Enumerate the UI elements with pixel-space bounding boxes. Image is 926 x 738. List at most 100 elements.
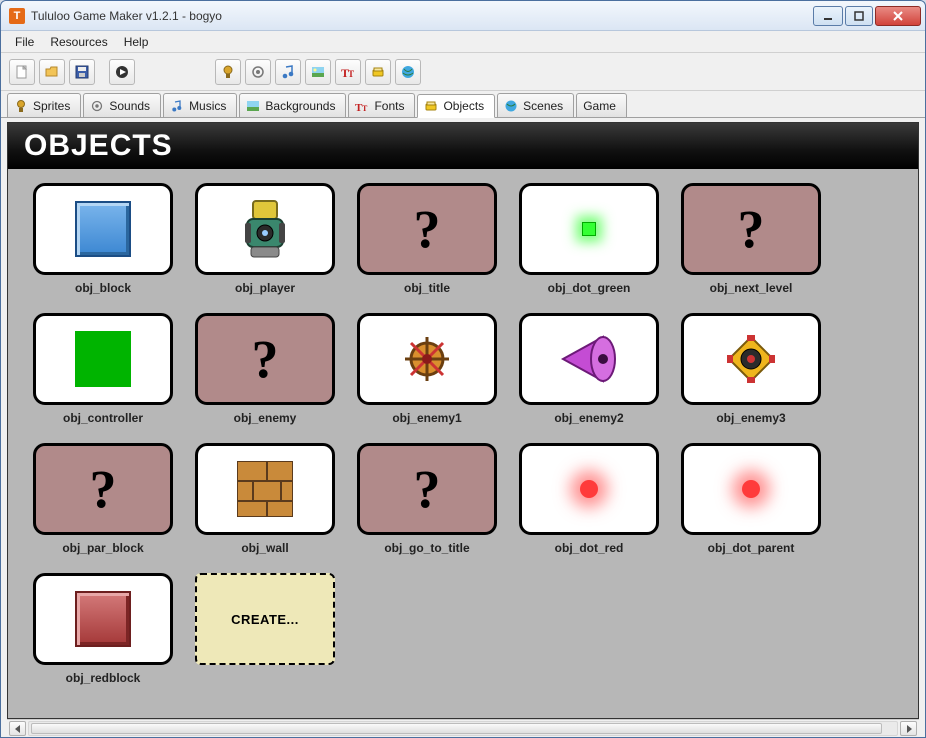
panel-title: OBJECTS (8, 123, 918, 169)
svg-text:T: T (362, 104, 368, 113)
object-thumbnail[interactable] (357, 313, 497, 405)
object-thumbnail[interactable] (681, 313, 821, 405)
toolbar-save-button[interactable] (69, 59, 95, 85)
maximize-button[interactable] (845, 6, 873, 26)
content-wrap: OBJECTS obj_blockobj_player?obj_titleobj… (1, 117, 925, 737)
object-icon (424, 99, 438, 113)
scroll-track[interactable] (28, 721, 898, 736)
object-cell: ? obj_go_to_title (346, 443, 508, 555)
toolbar-objects-button[interactable] (365, 59, 391, 85)
font-icon: TT (355, 99, 369, 113)
object-label: obj_enemy (234, 411, 297, 425)
scroll-left-button[interactable] (9, 721, 26, 736)
sprite-icon (220, 64, 236, 80)
background-icon (246, 99, 260, 113)
object-thumbnail[interactable] (519, 443, 659, 535)
tab-label: Musics (189, 99, 226, 113)
object-cell: obj_dot_parent (670, 443, 832, 555)
question-icon: ? (414, 458, 441, 520)
toolbar-run-button[interactable] (109, 59, 135, 85)
tab-scenes[interactable]: Scenes (497, 93, 574, 117)
object-thumbnail[interactable] (195, 443, 335, 535)
sound-icon (250, 64, 266, 80)
object-cell: obj_controller (22, 313, 184, 425)
toolbar-scenes-button[interactable] (395, 59, 421, 85)
object-thumbnail[interactable] (681, 443, 821, 535)
toolbar-musics-button[interactable] (275, 59, 301, 85)
tab-objects[interactable]: Objects (417, 94, 495, 118)
object-label: obj_title (404, 281, 450, 295)
object-thumbnail[interactable]: ? (357, 183, 497, 275)
font-icon: TT (340, 64, 356, 80)
menu-resources[interactable]: Resources (42, 33, 115, 51)
sound-icon (90, 99, 104, 113)
tab-fonts[interactable]: TTFonts (348, 93, 415, 117)
object-thumbnail[interactable] (519, 183, 659, 275)
minimize-icon (823, 11, 833, 21)
chevron-left-icon (14, 725, 22, 733)
object-cell: obj_wall (184, 443, 346, 555)
toolbar-open-button[interactable] (39, 59, 65, 85)
object-label: obj_redblock (66, 671, 141, 685)
tab-label: Sprites (33, 99, 70, 113)
music-icon (170, 99, 184, 113)
object-thumbnail[interactable] (195, 183, 335, 275)
folder-icon (44, 64, 60, 80)
object-thumbnail[interactable]: ? (33, 443, 173, 535)
file-icon (14, 64, 30, 80)
maximize-icon (854, 11, 864, 21)
tab-label: Objects (443, 99, 484, 113)
toolbar-fonts-button[interactable]: TT (335, 59, 361, 85)
background-icon (310, 64, 326, 80)
create-label: CREATE... (231, 612, 299, 627)
object-thumbnail[interactable]: ? (357, 443, 497, 535)
toolbar-new-button[interactable] (9, 59, 35, 85)
menu-help[interactable]: Help (116, 33, 157, 51)
object-label: obj_go_to_title (384, 541, 469, 555)
toolbar-sounds-button[interactable] (245, 59, 271, 85)
tab-label: Backgrounds (265, 99, 335, 113)
tab-game[interactable]: Game (576, 93, 627, 117)
close-button[interactable] (875, 6, 921, 26)
scroll-thumb[interactable] (31, 723, 882, 734)
object-cell: obj_enemy1 (346, 313, 508, 425)
object-thumbnail[interactable] (33, 183, 173, 275)
menu-file[interactable]: File (7, 33, 42, 51)
toolbar-backgrounds-button[interactable] (305, 59, 331, 85)
object-thumbnail[interactable] (519, 313, 659, 405)
scene-icon (504, 99, 518, 113)
tab-backgrounds[interactable]: Backgrounds (239, 93, 346, 117)
play-icon (114, 64, 130, 80)
object-thumbnail[interactable]: ? (195, 313, 335, 405)
object-label: obj_enemy2 (554, 411, 623, 425)
tab-label: Sounds (109, 99, 150, 113)
question-icon: ? (252, 328, 279, 390)
tab-sprites[interactable]: Sprites (7, 93, 81, 117)
tabs: Sprites Sounds Musics Backgrounds TTFont… (1, 91, 925, 117)
titlebar: T Tululoo Game Maker v1.2.1 - bogyo (1, 1, 925, 31)
sprite-icon (14, 99, 28, 113)
objects-grid: obj_blockobj_player?obj_titleobj_dot_gre… (8, 169, 918, 717)
toolbar: TT (1, 53, 925, 91)
tab-sounds[interactable]: Sounds (83, 93, 161, 117)
object-cell: ?obj_par_block (22, 443, 184, 555)
scroll-right-button[interactable] (900, 721, 917, 736)
tab-musics[interactable]: Musics (163, 93, 237, 117)
question-icon: ? (738, 198, 765, 260)
create-button[interactable]: CREATE... (195, 573, 335, 665)
object-thumbnail[interactable]: ? (681, 183, 821, 275)
tab-label: Game (583, 99, 616, 113)
object-cell: obj_dot_green (508, 183, 670, 295)
question-icon: ? (90, 458, 117, 520)
tab-label: Scenes (523, 99, 563, 113)
object-thumbnail[interactable] (33, 573, 173, 665)
object-label: obj_player (235, 281, 295, 295)
minimize-button[interactable] (813, 6, 843, 26)
object-label: obj_dot_red (555, 541, 624, 555)
horizontal-scrollbar[interactable] (7, 719, 919, 737)
menubar: File Resources Help (1, 31, 925, 53)
toolbar-sprites-button[interactable] (215, 59, 241, 85)
object-thumbnail[interactable] (33, 313, 173, 405)
objects-panel: OBJECTS obj_blockobj_player?obj_titleobj… (7, 122, 919, 719)
object-cell: ? obj_title (346, 183, 508, 295)
